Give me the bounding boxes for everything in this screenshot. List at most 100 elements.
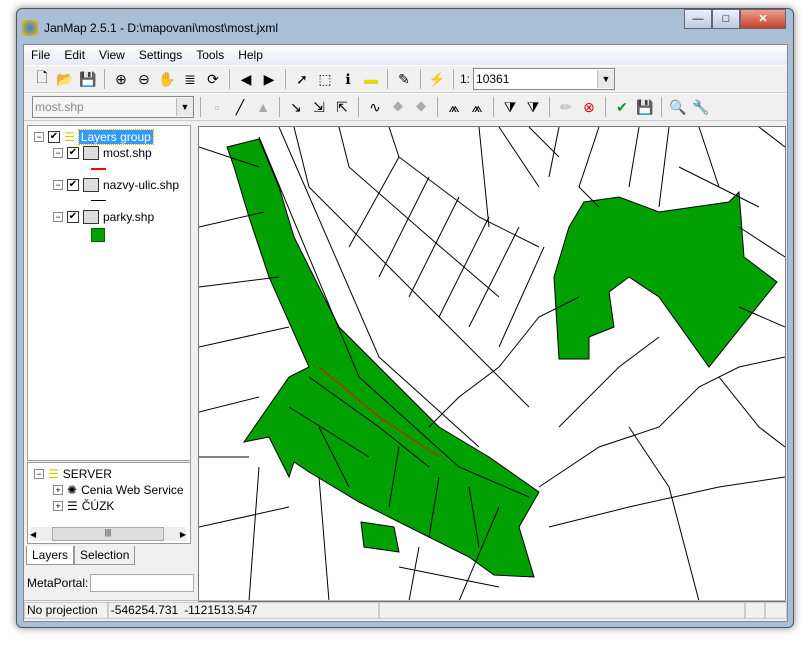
chevron-down-icon[interactable]: ▼ <box>597 70 615 88</box>
wrench-icon[interactable]: 🔧 <box>691 97 711 117</box>
line-layer-icon <box>83 146 99 160</box>
status-cell <box>379 602 746 619</box>
pencil-icon[interactable]: ✏ <box>556 97 576 117</box>
menu-bar: File Edit View Settings Tools Help <box>24 45 787 65</box>
collapse-icon[interactable]: − <box>53 180 63 190</box>
menu-settings[interactable]: Settings <box>132 48 189 62</box>
tab-layers[interactable]: Layers <box>26 546 75 565</box>
server-tree: − ☰ SERVER + ✺ Cenia Web Service + ☰ ČÚZ… <box>27 462 191 544</box>
legend-red-line <box>91 168 106 170</box>
projection-status: No projection <box>24 602 108 619</box>
info-icon[interactable]: ℹ <box>338 69 358 89</box>
layer-name[interactable]: parky.shp <box>103 210 154 224</box>
server-icon: ☰ <box>48 467 59 481</box>
scale-value[interactable]: 10361 <box>474 72 597 86</box>
menu-view[interactable]: View <box>92 48 132 62</box>
metaportal-input[interactable] <box>90 574 195 592</box>
collapse-icon[interactable]: − <box>34 469 44 479</box>
server-label[interactable]: SERVER <box>63 467 112 481</box>
line-layer-icon <box>83 178 99 192</box>
tab-selection[interactable]: Selection <box>74 546 136 565</box>
map-canvas[interactable] <box>198 126 786 602</box>
legend-green-fill <box>91 228 105 242</box>
full-extent-icon[interactable]: ≣ <box>180 69 200 89</box>
split-polygon-icon[interactable]: ⯁ <box>388 97 408 117</box>
flip2-icon[interactable]: ⧩ <box>523 97 543 117</box>
scale-combo[interactable]: 10361 ▼ <box>473 68 616 90</box>
layer-checkbox[interactable]: ✔ <box>67 147 79 159</box>
chevron-down-icon[interactable]: ▼ <box>176 98 193 116</box>
delete-vertex-icon[interactable]: ⇱ <box>332 97 352 117</box>
collapse-icon[interactable]: − <box>34 132 44 142</box>
coord-y: -1121513.547 <box>184 603 258 617</box>
zoom-in-icon[interactable]: ⊕ <box>111 69 131 89</box>
layer-checkbox[interactable]: ✔ <box>67 211 79 223</box>
legend-black-line <box>91 200 106 201</box>
park-east <box>553 190 778 368</box>
search-icon[interactable]: 🔍 <box>668 97 688 117</box>
menu-file[interactable]: File <box>24 48 57 62</box>
save-icon[interactable]: 💾 <box>78 69 98 89</box>
lightning-icon[interactable]: ⚡ <box>427 69 447 89</box>
layer-select-value: most.shp <box>35 100 84 114</box>
save-edits-icon[interactable]: 💾 <box>635 97 655 117</box>
open-folder-icon[interactable]: 📂 <box>55 69 75 89</box>
close-button[interactable]: ✕ <box>740 9 786 29</box>
menu-help[interactable]: Help <box>231 48 270 62</box>
menu-tools[interactable]: Tools <box>189 48 231 62</box>
move-vertex-icon[interactable]: ↘ <box>286 97 306 117</box>
flip-icon[interactable]: ⧩ <box>500 97 520 117</box>
measure-ruler-icon[interactable]: ▬ <box>361 69 381 89</box>
server-item[interactable]: ČÚZK <box>82 499 115 513</box>
coordinates-readout: -546254.731 -1121513.547 <box>107 602 380 619</box>
edit-layer-icon[interactable]: ✎ <box>394 69 414 89</box>
add-line-icon[interactable]: ╱ <box>230 97 250 117</box>
layers-group-label[interactable]: Layers group <box>77 129 154 145</box>
back-icon[interactable]: ◀ <box>236 69 256 89</box>
polygon-layer-icon <box>83 210 99 224</box>
add-polygon-icon[interactable]: ▲ <box>253 97 273 117</box>
layer-name[interactable]: nazvy-ulic.shp <box>103 178 179 192</box>
resize-grip[interactable] <box>765 602 787 619</box>
collapse-icon[interactable]: − <box>53 148 63 158</box>
confirm-icon[interactable]: ✔ <box>612 97 632 117</box>
layer-checkbox[interactable]: ✔ <box>67 179 79 191</box>
database-icon: ☰ <box>67 499 78 513</box>
select-box-icon[interactable]: ⬚ <box>315 69 335 89</box>
status-cell <box>745 602 766 619</box>
expand-icon[interactable]: + <box>53 485 63 495</box>
park-polygons <box>226 138 778 578</box>
layers-tree: − ✔ ☰ Layers group − ✔ most.shp − ✔ nazv… <box>27 125 191 461</box>
new-file-icon[interactable]: 🗋 <box>32 69 52 89</box>
collapse-icon[interactable]: − <box>53 212 63 222</box>
server-item[interactable]: Cenia Web Service <box>81 483 184 497</box>
split-line-icon[interactable]: ∿ <box>365 97 385 117</box>
layers-group-icon: ☰ <box>64 130 75 144</box>
cancel-icon[interactable]: ⊗ <box>579 97 599 117</box>
park-small <box>360 521 400 553</box>
main-toolbar: 🗋 📂 💾 ⊕ ⊖ ✋ ≣ ⟳ ◀ ▶ ➚ ⬚ ℹ ▬ ✎ ⚡ 1: 10361… <box>24 65 787 93</box>
horizontal-scrollbar[interactable]: ◀ ||| ▶ <box>30 527 186 541</box>
layer-select[interactable]: most.shp ▼ <box>32 96 194 118</box>
web-service-icon: ✺ <box>67 483 78 497</box>
refresh-icon[interactable]: ⟳ <box>203 69 223 89</box>
layer-name[interactable]: most.shp <box>103 146 152 160</box>
park-strip <box>226 138 540 578</box>
add-point-icon[interactable]: ▫ <box>207 97 227 117</box>
menu-edit[interactable]: Edit <box>57 48 92 62</box>
title-bar: JanMap 2.5.1 - D:\mapovani\most\most.jxm… <box>22 14 278 42</box>
zoom-out-icon[interactable]: ⊖ <box>134 69 154 89</box>
union-icon[interactable]: ⩕ <box>444 97 464 117</box>
maximize-button[interactable]: □ <box>712 9 740 29</box>
status-bar: No projection -546254.731 -1121513.547 <box>24 600 787 620</box>
pan-hand-icon[interactable]: ✋ <box>157 69 177 89</box>
forward-icon[interactable]: ▶ <box>259 69 279 89</box>
minimize-button[interactable]: — <box>684 9 712 29</box>
expand-icon[interactable]: + <box>53 501 63 511</box>
coord-x: -546254.731 <box>110 603 179 617</box>
select-arrow-icon[interactable]: ➚ <box>292 69 312 89</box>
difference-icon[interactable]: ⩕ <box>467 97 487 117</box>
layer-checkbox[interactable]: ✔ <box>48 131 60 143</box>
merge-polygon-icon[interactable]: ⯁ <box>411 97 431 117</box>
add-vertex-icon[interactable]: ⇲ <box>309 97 329 117</box>
